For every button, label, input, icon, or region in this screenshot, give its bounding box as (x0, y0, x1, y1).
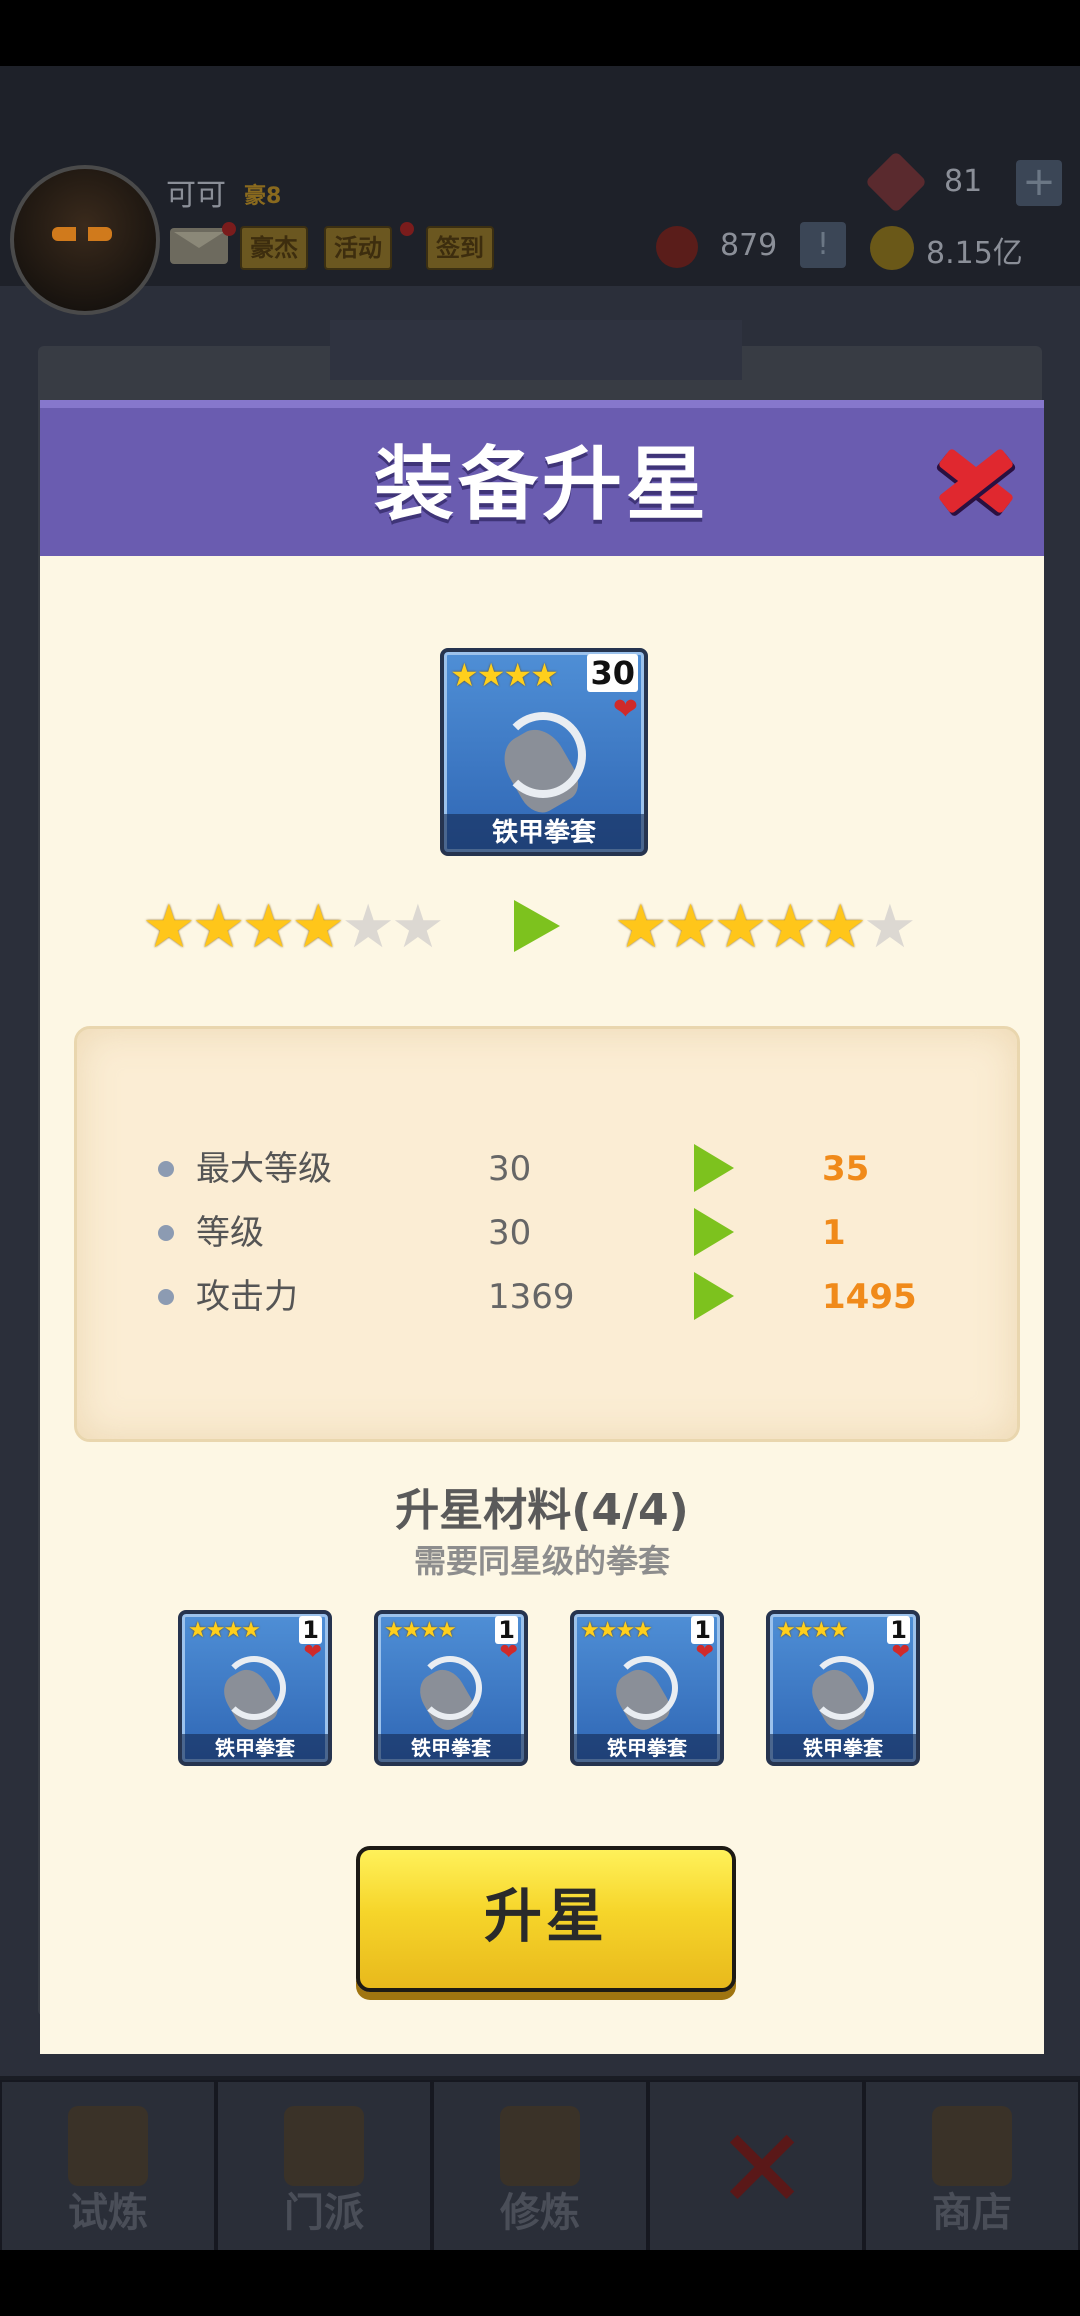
material-slot-4[interactable]: ★★★★ 1 ❤ 铁甲拳套 (766, 1610, 920, 1766)
star-empty-icon: ★ (390, 892, 445, 962)
bullet-dot (158, 1225, 174, 1241)
bullet-dot (158, 1289, 174, 1305)
stat-label: 等级 (196, 1213, 264, 1253)
heart-icon: ❤ (499, 1640, 518, 1665)
ninja-icon (68, 2106, 148, 2186)
close-icon: ✕ (716, 2105, 809, 2233)
equipment-card[interactable]: ★★★★ 30 ❤ 铁甲拳套 (440, 648, 648, 856)
stat-new-value: 35 (822, 1149, 870, 1189)
arrow-right-icon (514, 900, 560, 952)
coin-icon (870, 226, 914, 270)
stat-row: 等级 30 1 (0, 1208, 1080, 1258)
material-slot-1[interactable]: ★★★★ 1 ❤ 铁甲拳套 (178, 1610, 332, 1766)
item-stars: ★★★★ (450, 656, 559, 694)
star-filled-icon: ★ (291, 892, 345, 962)
material-slot-3[interactable]: ★★★★ 1 ❤ 铁甲拳套 (570, 1610, 724, 1766)
temple-icon (284, 2106, 364, 2186)
material-stars: ★★★★ (580, 1618, 653, 1643)
star-empty-icon: ★ (341, 892, 395, 962)
nav-item-sect[interactable]: 门派 (216, 2080, 432, 2252)
stat-row: 最大等级 30 35 (0, 1144, 1080, 1194)
player-rank-badge: 豪8 (244, 184, 282, 209)
event-button[interactable]: 活动 (324, 226, 392, 270)
gem-count: 81 (944, 164, 983, 199)
stat-new-value: 1 (822, 1213, 846, 1253)
heart-icon: ❤ (891, 1640, 910, 1665)
mail-notification-dot (222, 222, 236, 236)
nav-item-shop[interactable]: 商店 (864, 2080, 1080, 2252)
item-name: 铁甲拳套 (444, 814, 644, 852)
star-filled-icon: ★ (763, 892, 817, 962)
star-filled-icon: ★ (241, 892, 296, 962)
nav-label-sect: 门派 (284, 2190, 364, 2236)
arrow-right-icon (694, 1208, 734, 1256)
nav-item-trial[interactable]: 试炼 (0, 2080, 216, 2252)
dialog-title: 装备升星 (374, 438, 710, 531)
arrow-right-icon (694, 1144, 734, 1192)
material-stars: ★★★★ (776, 1618, 849, 1643)
item-level: 30 (587, 654, 638, 692)
star-filled-icon: ★ (614, 892, 668, 962)
player-avatar[interactable] (10, 165, 160, 315)
stat-old-value: 30 (488, 1213, 532, 1253)
arrow-right-icon (694, 1272, 734, 1320)
player-name: 可可 (166, 178, 226, 213)
status-bar (0, 0, 1080, 66)
materials-subtitle: 需要同星级的拳套 (413, 1542, 670, 1580)
materials-title: 升星材料(4/4) (395, 1485, 689, 1536)
mail-icon[interactable] (170, 228, 228, 264)
background-tab (330, 320, 742, 380)
upgrade-star-button[interactable]: 升星 (356, 1846, 736, 1992)
close-button[interactable] (930, 434, 1020, 524)
event-notification-dot (400, 222, 414, 236)
token-icon (656, 226, 698, 268)
token-count: 879 (720, 228, 778, 263)
stat-new-value: 1495 (822, 1277, 917, 1317)
nav-label-cultivate: 修炼 (500, 2190, 580, 2236)
stat-old-value: 30 (488, 1149, 532, 1189)
star-filled-icon: ★ (713, 892, 768, 962)
stat-old-value: 1369 (488, 1277, 575, 1317)
material-name: 铁甲拳套 (770, 1734, 916, 1762)
nav-item-cultivate[interactable]: 修炼 (432, 2080, 648, 2252)
material-slot-2[interactable]: ★★★★ 1 ❤ 铁甲拳套 (374, 1610, 528, 1766)
stat-label: 攻击力 (196, 1277, 298, 1317)
nav-label-shop: 商店 (932, 2190, 1012, 2236)
heart-icon: ❤ (612, 692, 638, 727)
bullet-dot (158, 1161, 174, 1177)
stat-label: 最大等级 (196, 1149, 332, 1189)
star-filled-icon: ★ (663, 892, 718, 962)
star-filled-icon: ★ (191, 892, 246, 962)
current-stars: ★★★★★★ (142, 892, 445, 962)
star-filled-icon: ★ (142, 892, 196, 962)
material-name: 铁甲拳套 (574, 1734, 720, 1762)
nav-label-trial: 试炼 (68, 2190, 148, 2236)
material-name: 铁甲拳套 (182, 1734, 328, 1762)
token-info-button[interactable]: ! (800, 222, 846, 268)
checkin-button[interactable]: 签到 (426, 226, 494, 270)
star-filled-icon: ★ (813, 892, 867, 962)
coin-count: 8.15亿 (926, 236, 1023, 271)
star-empty-icon: ★ (862, 892, 917, 962)
heart-icon: ❤ (695, 1640, 714, 1665)
book-icon (500, 2106, 580, 2186)
material-name: 铁甲拳套 (378, 1734, 524, 1762)
stat-row: 攻击力 1369 1495 (0, 1272, 1080, 1322)
add-gems-button[interactable]: + (1016, 160, 1062, 206)
shop-icon (932, 2106, 1012, 2186)
material-stars: ★★★★ (384, 1618, 457, 1643)
next-stars: ★★★★★★ (614, 892, 917, 962)
system-nav-bar (0, 2250, 1080, 2316)
heart-icon: ❤ (303, 1640, 322, 1665)
material-stars: ★★★★ (188, 1618, 261, 1643)
hero-button[interactable]: 豪杰 (240, 226, 308, 270)
